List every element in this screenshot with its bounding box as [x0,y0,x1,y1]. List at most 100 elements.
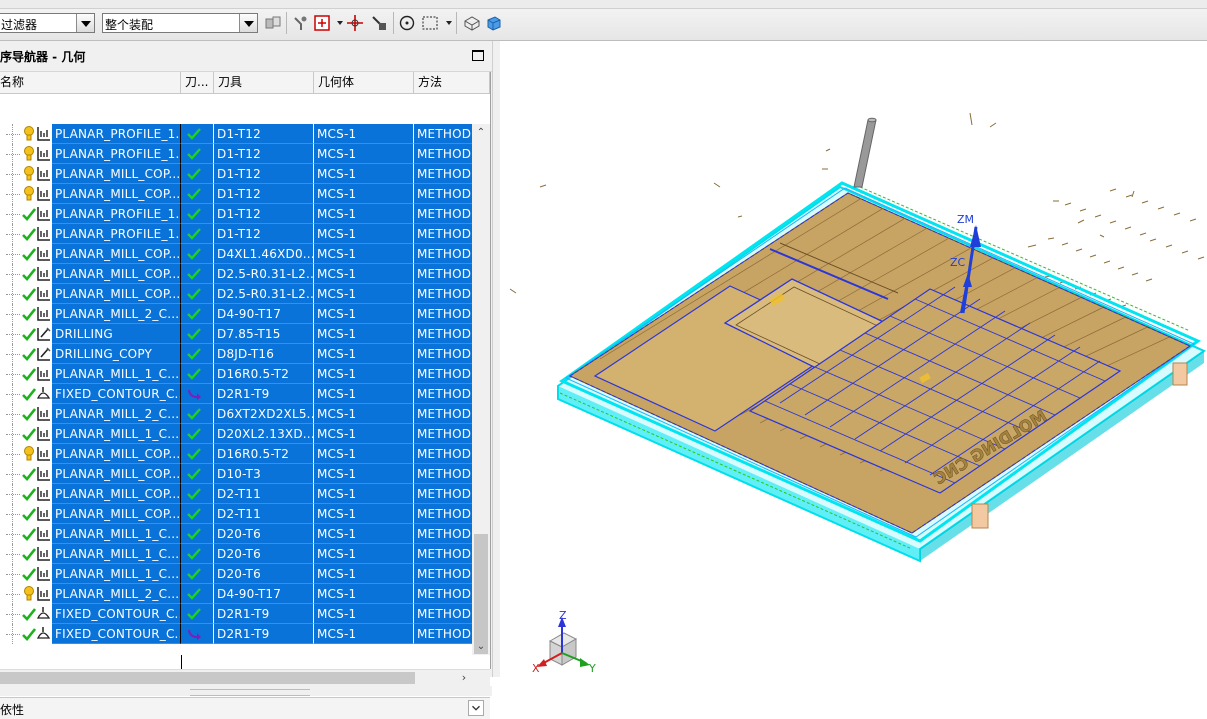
tool-cell[interactable]: D1-T12 [214,164,314,184]
geometry-cell[interactable]: MCS-1 [314,124,414,144]
operation-row[interactable]: PLANAR_PROFILE_1... D1-T12 MCS-1 METHOD [0,204,472,224]
geometry-cell[interactable]: MCS-1 [314,584,414,604]
operation-name-cell[interactable]: PLANAR_MILL_2_C... [52,304,181,324]
method-cell[interactable]: METHOD [414,564,472,584]
operation-name-cell[interactable]: PLANAR_PROFILE_1... [52,144,181,164]
method-cell[interactable]: METHOD [414,584,472,604]
view-triad[interactable]: Z X Y [532,609,596,675]
tree-node[interactable] [0,244,52,264]
dropdown-icon[interactable] [446,21,452,25]
method-cell[interactable]: METHOD [414,624,472,644]
column-header-method[interactable]: 方法 [414,72,490,93]
toolpath-status-cell[interactable] [181,564,214,584]
operation-name-cell[interactable]: PLANAR_MILL_COP... [52,444,181,464]
shaded-box-icon[interactable] [485,14,503,32]
operation-row[interactable]: PLANAR_MILL_COP... D1-T12 MCS-1 METHOD [0,184,472,204]
operation-name-cell[interactable]: PLANAR_PROFILE_1... [52,224,181,244]
operation-row[interactable]: FIXED_CONTOUR_C... D2R1-T9 MCS-1 METHOD [0,624,472,644]
geometry-cell[interactable]: MCS-1 [314,404,414,424]
method-cell[interactable]: METHOD [414,384,472,404]
method-cell[interactable]: METHOD [414,464,472,484]
geometry-cell[interactable]: MCS-1 [314,504,414,524]
tool-cell[interactable]: D4XL1.46XD0... [214,244,314,264]
graphics-viewport[interactable]: MOLDING CNC ZM ZC Z X Y [500,41,1207,677]
operation-row[interactable]: DRILLING D7.85-T15 MCS-1 METHOD [0,324,472,344]
method-cell[interactable]: METHOD [414,144,472,164]
method-cell[interactable]: METHOD [414,544,472,564]
tree-node[interactable] [0,624,52,644]
operation-row[interactable]: DRILLING_COPY D8JD-T16 MCS-1 METHOD [0,344,472,364]
operation-name-cell[interactable]: PLANAR_MILL_1_C... [52,424,181,444]
point-select-icon[interactable] [313,14,331,32]
tool-cell[interactable]: D1-T12 [214,184,314,204]
part-view-icon[interactable] [463,14,481,32]
method-cell[interactable]: METHOD [414,504,472,524]
geometry-cell[interactable]: MCS-1 [314,144,414,164]
operation-name-cell[interactable]: FIXED_CONTOUR_C... [52,384,181,404]
tool-cell[interactable]: D4-90-T17 [214,304,314,324]
operation-name-cell[interactable]: PLANAR_MILL_1_C... [52,564,181,584]
tree-node[interactable] [0,124,52,144]
method-cell[interactable]: METHOD [414,424,472,444]
tool-cell[interactable]: D1-T12 [214,204,314,224]
operation-name-cell[interactable]: PLANAR_MILL_COP... [52,264,181,284]
tree-node[interactable] [0,304,52,324]
method-cell[interactable]: METHOD [414,244,472,264]
tree-node[interactable] [0,164,52,184]
geometry-cell[interactable]: MCS-1 [314,484,414,504]
toolpath-status-cell[interactable] [181,584,214,604]
toolpath-status-cell[interactable] [181,444,214,464]
scrollbar-thumb[interactable] [0,672,415,684]
operation-name-cell[interactable]: PLANAR_MILL_2_C... [52,404,181,424]
tree-node[interactable] [0,144,52,164]
splitter-grip[interactable] [190,689,310,696]
toolpath-status-cell[interactable] [181,484,214,504]
geometry-cell[interactable]: MCS-1 [314,524,414,544]
tree-node[interactable] [0,184,52,204]
operation-row[interactable]: FIXED_CONTOUR_C... D2R1-T9 MCS-1 METHOD [0,384,472,404]
tree-node[interactable] [0,384,52,404]
tool-cell[interactable]: D2R1-T9 [214,604,314,624]
vertical-scrollbar[interactable]: ⌃ ⌄ [472,124,490,655]
geometry-cell[interactable]: MCS-1 [314,184,414,204]
toolpath-status-cell[interactable] [181,124,214,144]
tree-node[interactable] [0,404,52,424]
column-header-toolpath[interactable]: 刀... [181,72,214,93]
geometry-cell[interactable]: MCS-1 [314,364,414,384]
tree-node[interactable] [0,324,52,344]
operation-name-cell[interactable]: DRILLING [52,324,181,344]
rectangle-select-icon[interactable] [421,14,439,32]
tree-node[interactable] [0,264,52,284]
geometry-cell[interactable]: MCS-1 [314,204,414,224]
tool-cell[interactable]: D20XL2.13XD... [214,424,314,444]
tree-node[interactable] [0,204,52,224]
tool-cell[interactable]: D2-T11 [214,484,314,504]
method-cell[interactable]: METHOD [414,264,472,284]
tool-cell[interactable]: D1-T12 [214,124,314,144]
toolpath-status-cell[interactable] [181,164,214,184]
operation-row[interactable]: PLANAR_MILL_1_C... D20-T6 MCS-1 METHOD [0,564,472,584]
operation-row[interactable]: PLANAR_MILL_2_C... D4-90-T17 MCS-1 METHOD [0,304,472,324]
operation-name-cell[interactable]: PLANAR_MILL_COP... [52,284,181,304]
toolpath-status-cell[interactable] [181,224,214,244]
toolpath-status-cell[interactable] [181,604,214,624]
tree-node[interactable] [0,584,52,604]
operation-row[interactable]: PLANAR_PROFILE_1... D1-T12 MCS-1 METHOD [0,224,472,244]
tree-node[interactable] [0,604,52,624]
selection-circle-icon[interactable] [398,14,416,32]
geometry-cell[interactable]: MCS-1 [314,224,414,244]
method-cell[interactable]: METHOD [414,124,472,144]
chevron-down-icon[interactable] [239,14,257,32]
tool-cell[interactable]: D4-90-T17 [214,584,314,604]
tool-cell[interactable]: D16R0.5-T2 [214,444,314,464]
geometry-cell[interactable]: MCS-1 [314,384,414,404]
tool-cell[interactable]: D20-T6 [214,524,314,544]
method-cell[interactable]: METHOD [414,304,472,324]
tool-cell[interactable]: D1-T12 [214,224,314,244]
tree-node[interactable] [0,364,52,384]
method-cell[interactable]: METHOD [414,524,472,544]
tree-node[interactable] [0,344,52,364]
geometry-cell[interactable]: MCS-1 [314,624,414,644]
selection-scope-combo[interactable]: 整个装配 [102,13,258,33]
filter-icon[interactable] [264,14,282,32]
